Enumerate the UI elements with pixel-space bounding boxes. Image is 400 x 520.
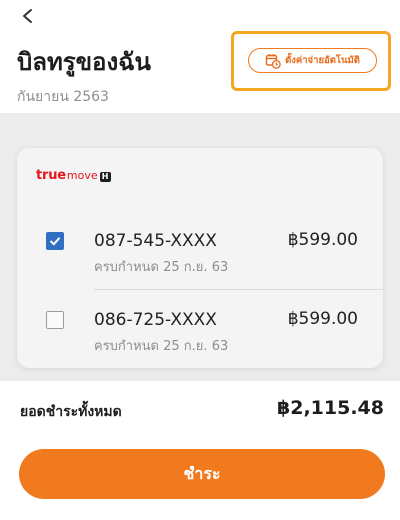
logo-h-badge: H — [99, 172, 111, 182]
bill-due-date: ครบกำหนด 25 ก.ย. 63 — [94, 260, 229, 275]
page-header: บิลทรูของฉัน กันยายน 2563 ตั้งค่าจ่ายอัต… — [0, 0, 400, 113]
truemove-h-logo: true move H — [36, 168, 111, 183]
bill-due-date: ครบกำหนด 25 ก.ย. 63 — [94, 339, 229, 354]
chevron-left-icon[interactable] — [16, 4, 40, 28]
total-amount: ฿2,115.48 — [277, 397, 384, 419]
bill-checkbox[interactable] — [46, 311, 64, 329]
checkmark-icon — [49, 237, 61, 246]
calendar-clock-icon — [265, 53, 281, 69]
autopay-highlight: ตั้งค่าจ่ายอัตโนมัติ — [231, 31, 391, 91]
billing-month: กันยายน 2563 — [17, 89, 109, 105]
total-label: ยอดชำระทั้งหมด — [20, 404, 122, 420]
logo-true-text: true — [36, 168, 66, 183]
bill-phone-number: 086-725-XXXX — [94, 310, 217, 330]
autopay-setup-button[interactable]: ตั้งค่าจ่ายอัตโนมัติ — [248, 48, 377, 73]
bill-row[interactable]: 086-725-XXXX ครบกำหนด 25 ก.ย. 63 ฿599.00 — [17, 300, 383, 372]
bill-row[interactable]: 087-545-XXXX ครบกำหนด 25 ก.ย. 63 ฿599.00 — [17, 220, 383, 292]
bill-checkbox[interactable] — [46, 232, 64, 250]
bill-amount: ฿599.00 — [287, 309, 358, 329]
payment-footer: ยอดชำระทั้งหมด ฿2,115.48 ชำระ — [0, 381, 400, 520]
pay-button[interactable]: ชำระ — [19, 449, 385, 499]
bill-phone-number: 087-545-XXXX — [94, 231, 217, 251]
autopay-setup-label: ตั้งค่าจ่ายอัตโนมัติ — [285, 55, 360, 66]
bill-card: true move H 087-545-XXXX ครบกำหนด 25 ก.ย… — [17, 148, 383, 368]
bill-amount: ฿599.00 — [287, 230, 358, 250]
row-divider — [94, 289, 383, 290]
logo-move-text: move — [66, 169, 98, 182]
pay-button-label: ชำระ — [183, 463, 221, 483]
page-title: บิลทรูของฉัน — [17, 48, 151, 76]
